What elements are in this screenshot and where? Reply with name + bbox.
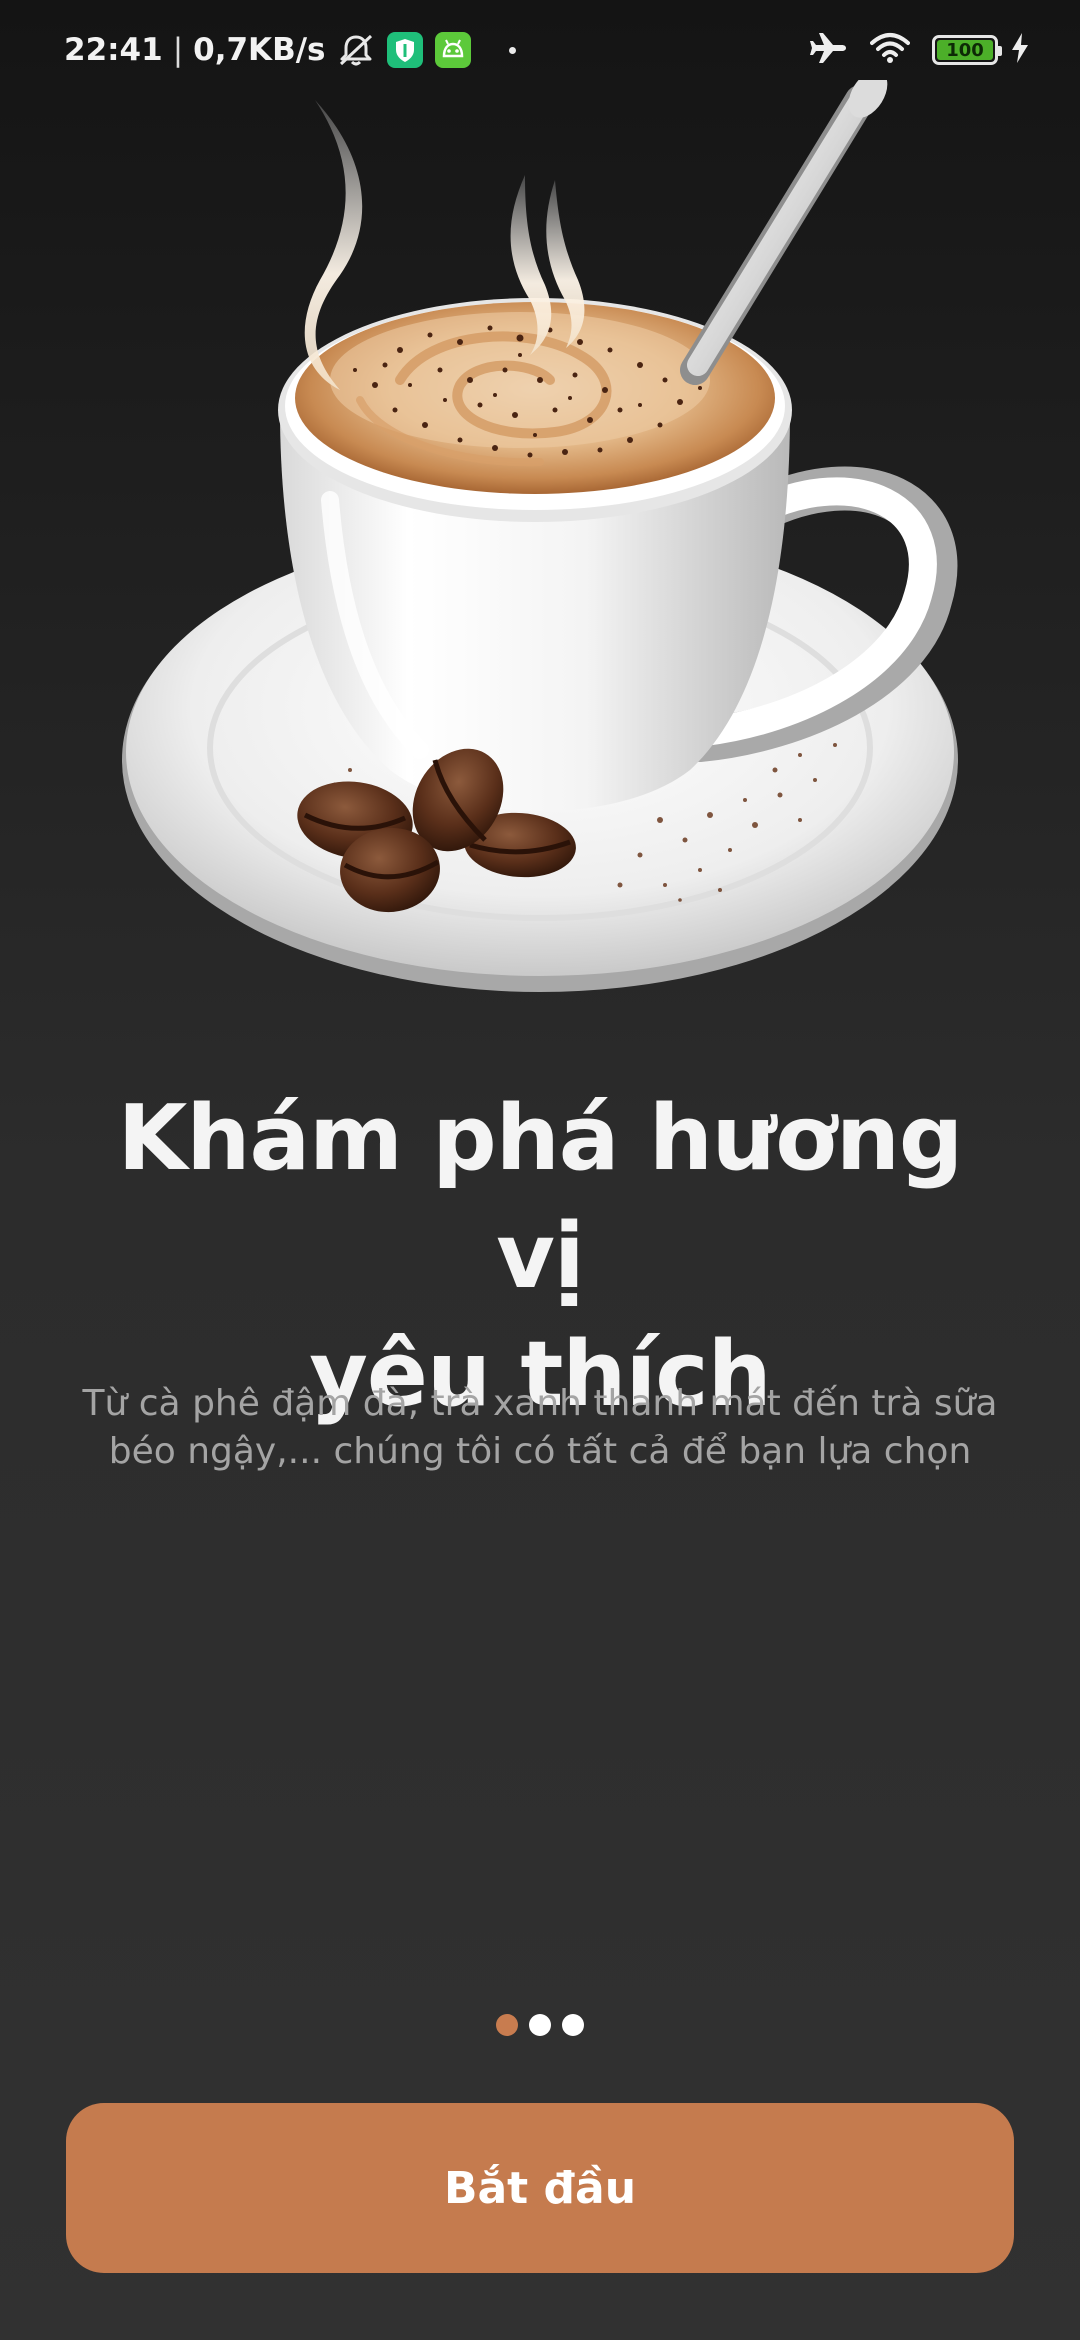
page-dot-2[interactable] bbox=[529, 2014, 551, 2036]
status-right: 100 bbox=[808, 26, 1030, 74]
network-speed: 0,7KB/s bbox=[193, 32, 326, 68]
status-separator: | bbox=[172, 32, 184, 68]
battery-level: 100 bbox=[946, 39, 984, 61]
wifi-icon bbox=[870, 32, 910, 68]
page-dot-3[interactable] bbox=[562, 2014, 584, 2036]
page-dot-1[interactable] bbox=[496, 2014, 518, 2036]
mute-bell-icon bbox=[337, 33, 375, 67]
title-line-1: Khám phá hương vị bbox=[117, 1086, 964, 1309]
status-left: 22:41 | 0,7KB/s bbox=[64, 26, 517, 74]
subtitle-line-1: Từ cà phê đậm đà, trà xanh thanh mát đến… bbox=[82, 1383, 998, 1424]
charging-bolt-icon bbox=[1010, 32, 1030, 68]
start-button[interactable]: Bắt đầu bbox=[66, 2103, 1014, 2273]
android-app-icon bbox=[435, 32, 472, 68]
notification-dot bbox=[509, 46, 517, 54]
page-subtitle: Từ cà phê đậm đà, trà xanh thanh mát đến… bbox=[60, 1380, 1020, 1476]
battery-icon: 100 bbox=[932, 35, 1002, 65]
shield-app-icon bbox=[387, 32, 424, 68]
status-time: 22:41 bbox=[64, 32, 163, 68]
page-indicator bbox=[0, 2014, 1080, 2036]
coffee-cup-illustration bbox=[100, 70, 980, 1000]
airplane-icon bbox=[808, 31, 848, 69]
subtitle-line-2: béo ngậy,... chúng tôi có tất cả để bạn … bbox=[108, 1431, 972, 1472]
